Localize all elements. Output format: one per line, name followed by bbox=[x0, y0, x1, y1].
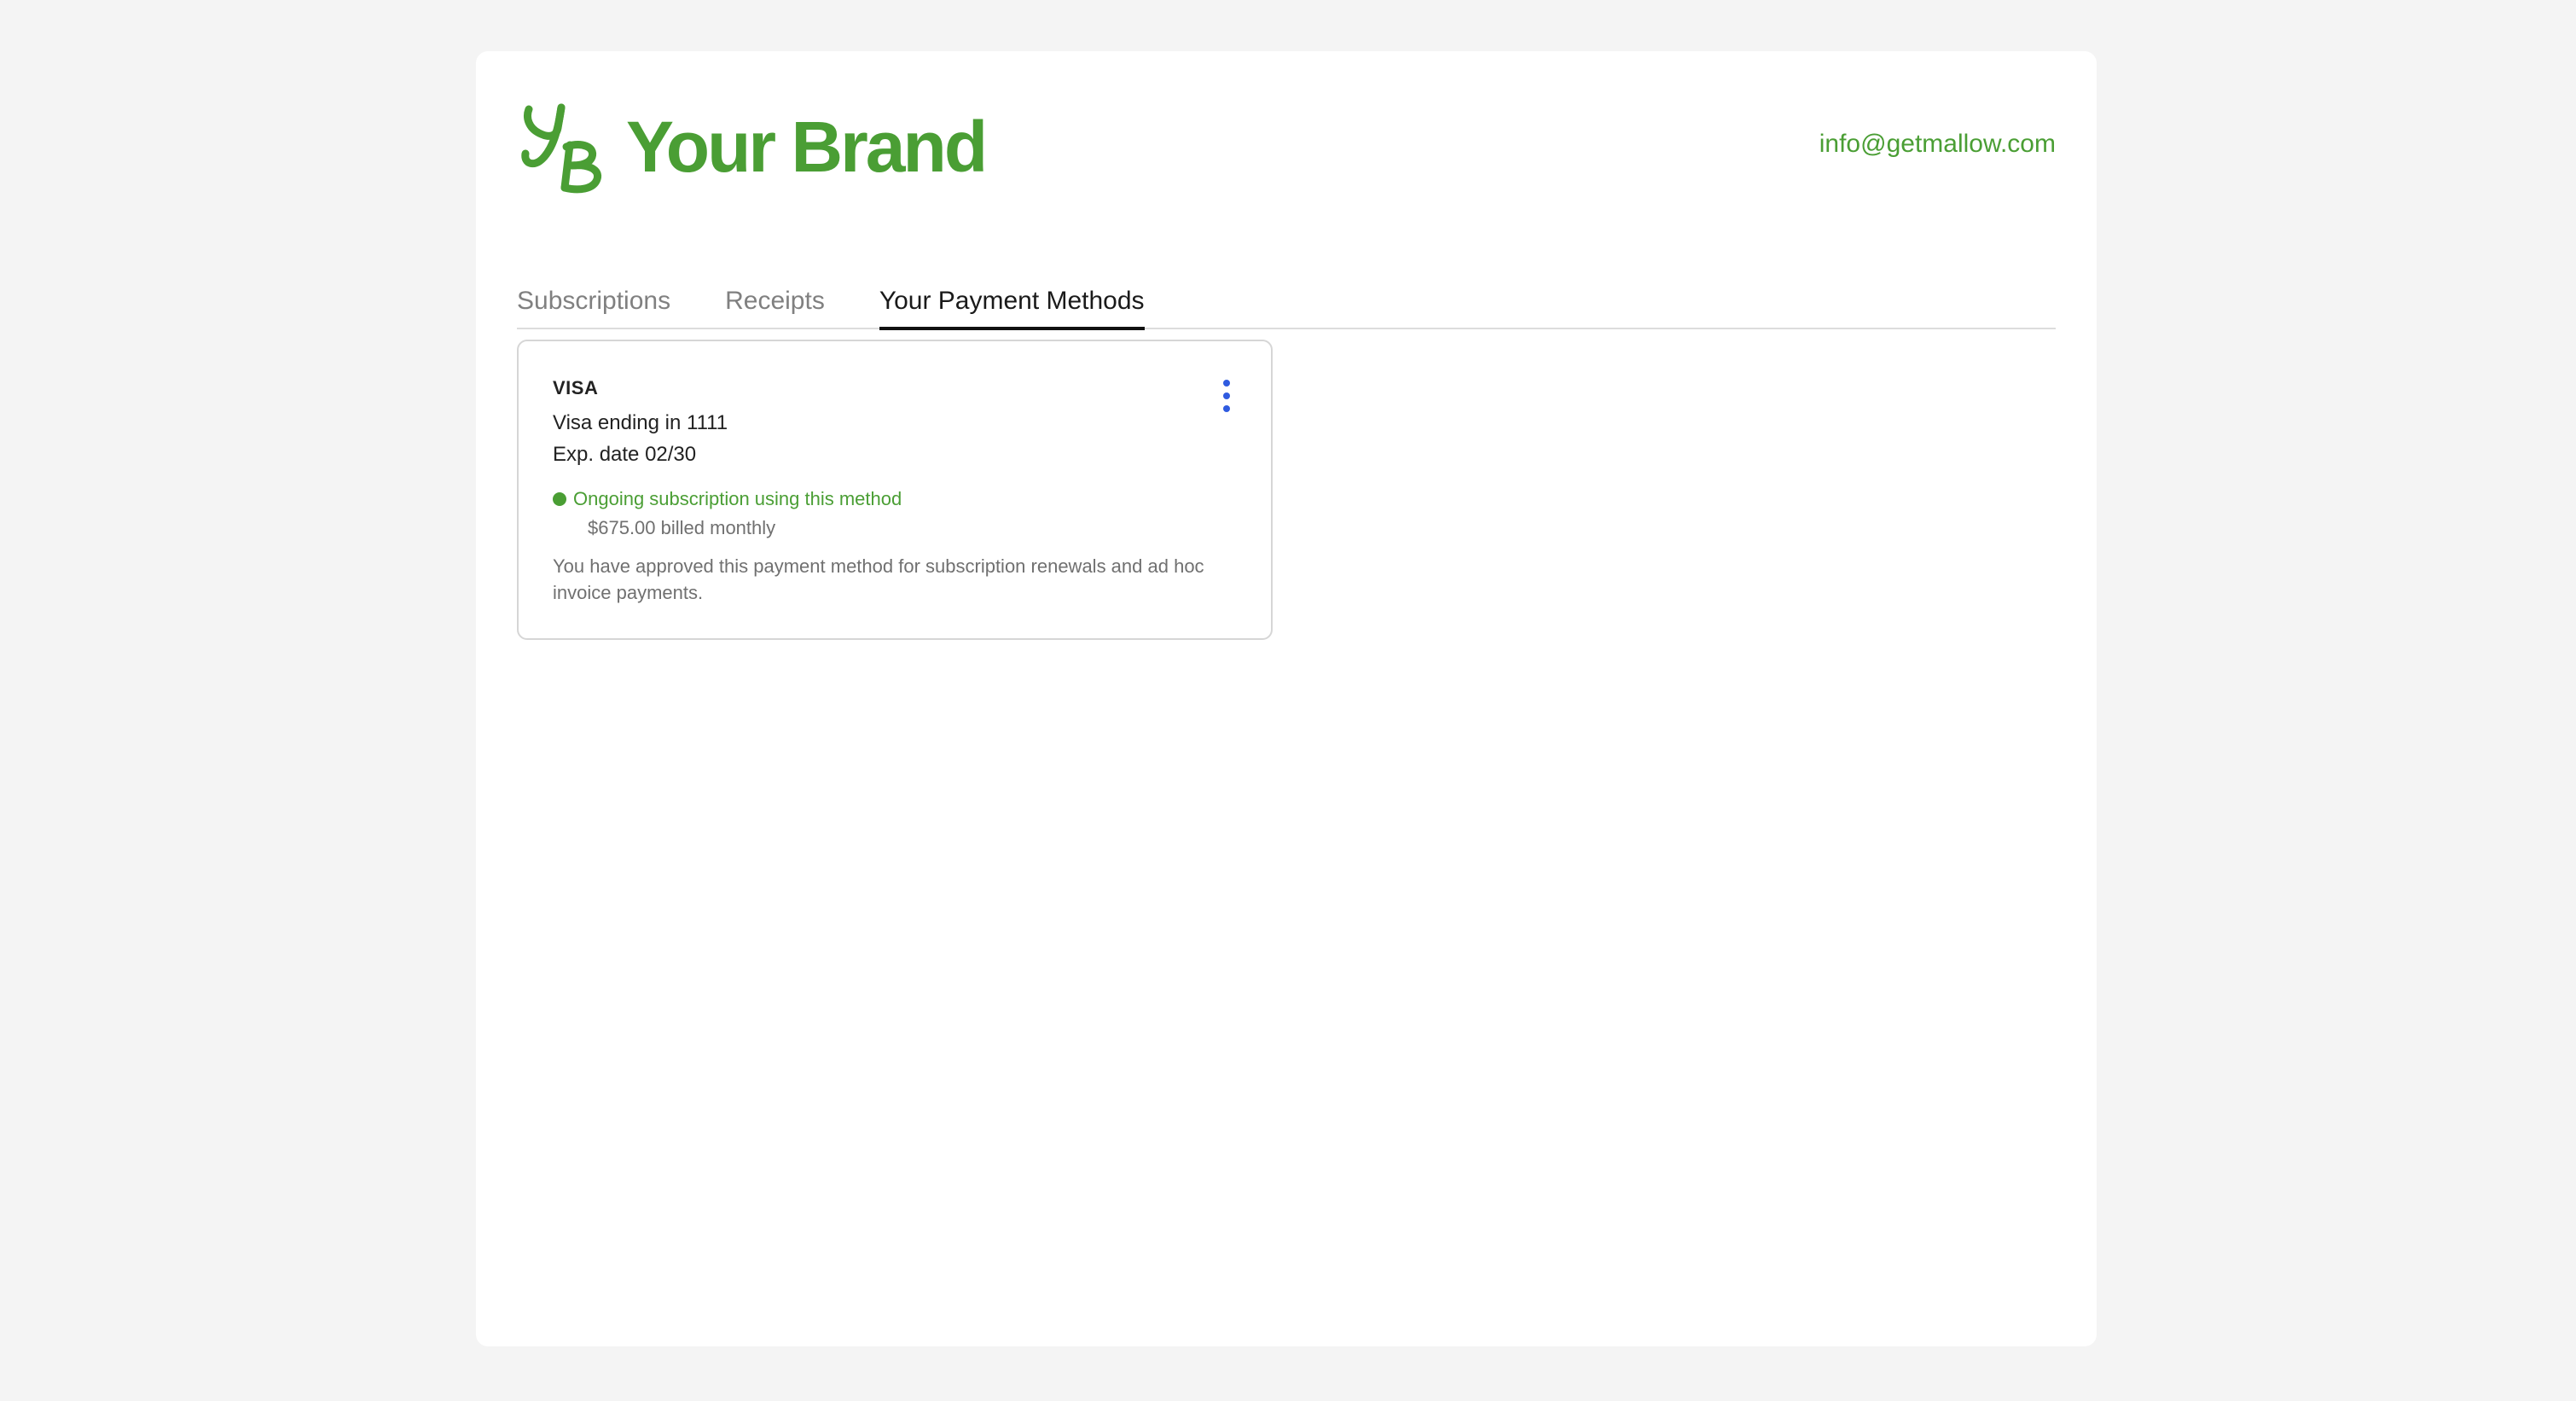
card-description: Visa ending in 1111 bbox=[553, 411, 728, 434]
approval-note: You have approved this payment method fo… bbox=[553, 555, 1204, 603]
card-expiry: Exp. date 02/30 bbox=[553, 443, 697, 466]
payment-method-card: VISA Visa ending in 1111 Exp. date 02/30… bbox=[517, 340, 1273, 640]
brand-name: Your Brand bbox=[626, 107, 988, 187]
status-dot-icon bbox=[553, 492, 566, 506]
header: Your Brand info@getmallow.com bbox=[517, 97, 2056, 200]
portal-panel: Your Brand info@getmallow.com Subscripti… bbox=[476, 51, 2097, 1346]
card-brand-label: VISA bbox=[553, 377, 599, 398]
kebab-menu-icon bbox=[1223, 380, 1230, 412]
billing-amount: $675.00 billed monthly bbox=[588, 517, 776, 538]
subscription-status: Ongoing subscription using this method bbox=[553, 488, 902, 510]
tab-bar: Subscriptions Receipts Your Payment Meth… bbox=[517, 275, 2056, 330]
tab-receipts[interactable]: Receipts bbox=[725, 275, 825, 328]
brand-monogram-icon bbox=[521, 103, 602, 194]
card-options-button[interactable] bbox=[1216, 375, 1237, 418]
status-text: Ongoing subscription using this method bbox=[573, 488, 902, 509]
tab-payment-methods[interactable]: Your Payment Methods bbox=[879, 275, 1145, 330]
contact-email-link[interactable]: info@getmallow.com bbox=[1819, 130, 2056, 159]
brand-logo: Your Brand bbox=[517, 97, 988, 196]
tab-subscriptions[interactable]: Subscriptions bbox=[517, 275, 670, 328]
